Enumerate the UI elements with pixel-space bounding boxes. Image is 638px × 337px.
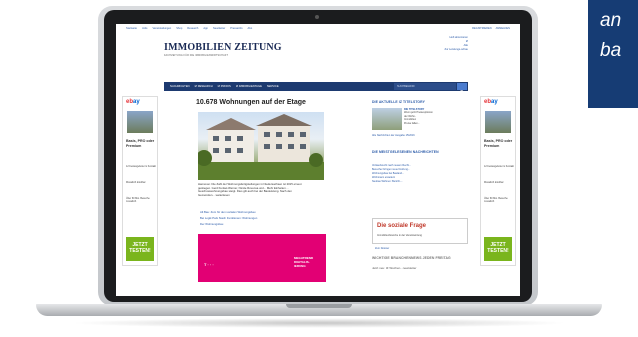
header-link[interactable]: Zur Leistungs-schau: [412, 48, 469, 52]
soziale-frage-teaser[interactable]: Die soziale Frage Immobilienbranche in d…: [372, 218, 468, 250]
promo-text-1: an: [600, 10, 622, 31]
article-headline[interactable]: 10.678 Wohnungen auf der Etage: [196, 99, 306, 106]
topnav-item[interactable]: Research: [187, 27, 198, 33]
topnav-item[interactable]: App: [203, 27, 208, 33]
titlestory-link[interactable]: Alle Nachrichten der Ausgabe 15/2016: [372, 134, 472, 138]
newsletter-heading: WICHTIGE BRANCHENNEWS JEDEN FREITAG: [372, 256, 451, 260]
nav-item[interactable]: IZ RESEARCH: [195, 85, 213, 88]
laptop-notch: [286, 304, 352, 308]
site-logo[interactable]: IMMOBILIEN ZEITUNG: [164, 42, 282, 53]
related-link[interactable]: Der Wohnungsbau: [200, 221, 320, 227]
nav-item[interactable]: NACHRICHTEN: [170, 85, 190, 88]
webcam: [315, 15, 319, 19]
soziale-heading: Die soziale Frage: [377, 223, 427, 229]
promo-box: an ba: [588, 0, 638, 108]
ad-cta-button[interactable]: JETZT TESTEN!: [484, 237, 512, 261]
ad-bullet: 12 Festangebote im Kontakt: [126, 165, 156, 168]
telekom-logo: T · · ·: [204, 262, 214, 267]
dossier-link[interactable]: Zum Dossier: [375, 247, 389, 250]
top-nav: Startseite Jobs Veranstaltungen Shop Res…: [126, 27, 510, 33]
ad-title: Basis, PRO oder Premium: [484, 139, 513, 148]
account-links: REGISTRIEREN ANMELDEN: [472, 27, 510, 30]
titlestory-heading: DIE AKTUELLE IZ TITELSTORY: [372, 100, 425, 104]
topnav-item[interactable]: Abo: [248, 27, 253, 33]
nav-item[interactable]: IZ IMMOBILIENTAGE: [236, 85, 262, 88]
telekom-banner-ad[interactable]: T · · · MEGATREND DIGITALIS- IERUNG: [198, 234, 326, 282]
most-read-list: Vorkaufsrecht nach neuem Recht... Besuch…: [372, 164, 472, 184]
ebay-logo: ebay: [126, 99, 140, 105]
laptop-shadow: [70, 318, 568, 328]
banner-text: MEGATREND DIGITALIS- IERUNG: [294, 256, 314, 268]
register-link[interactable]: REGISTRIEREN: [472, 27, 491, 30]
ad-bullet: Über 60 Mio. Besuche monatlich: [126, 197, 150, 204]
ad-bullet: Monatlich kündbar: [126, 181, 146, 184]
ad-image: [485, 111, 511, 133]
laptop-screen: Startseite Jobs Veranstaltungen Shop Res…: [116, 24, 520, 296]
most-read-heading: DIE MEISTGELESENEN NACHRICHTEN: [372, 150, 439, 154]
ebay-logo: ebay: [484, 99, 498, 105]
search-input[interactable]: SUCHBEGRIFF: [394, 83, 456, 90]
titlestory-text: DIE TITELSTORY Wenn jetzt Preisexplosion…: [404, 108, 433, 125]
topnav-item[interactable]: Shop: [176, 27, 182, 33]
ebay-ad-right[interactable]: ebay Basis, PRO oder Premium 12 Festange…: [480, 96, 516, 266]
login-link[interactable]: ANMELDEN: [496, 27, 510, 30]
promo-text-2: ba: [600, 40, 622, 61]
related-links: Alt Bau: Zum für den sozialen Wohnungsba…: [200, 209, 320, 227]
article-image[interactable]: [198, 112, 324, 180]
building-illustration: [198, 114, 324, 180]
titlestory-cover[interactable]: [372, 108, 402, 130]
ad-title: Basis, PRO oder Premium: [126, 139, 155, 148]
ad-bullet: 12 Festangebote im Kontakt: [484, 165, 514, 168]
soziale-sub: Immobilienbranche in der Verantwortung: [377, 234, 422, 237]
topnav-item[interactable]: Newsletter: [213, 27, 225, 33]
site-tagline: FACHZEITUNG FÜR DIE IMMOBILIENWIRTSCHAFT: [164, 54, 229, 57]
header-links: Heft abonnieren IZ Alle Zur Leistungs-sc…: [412, 36, 469, 52]
search-button[interactable]: [457, 83, 467, 95]
newsletter-text: Jetzt neu: IZ Wochen...newsletter: [372, 266, 417, 270]
topnav-item[interactable]: Jobs: [142, 27, 147, 33]
search-placeholder: SUCHBEGRIFF: [397, 84, 415, 88]
topnav-item[interactable]: Presseinfo: [230, 27, 242, 33]
nav-item[interactable]: IZ PROFIS: [218, 85, 231, 88]
teaser-line[interactable]: Gemeinden... weiterlesen: [198, 193, 324, 198]
ad-bullet: Über 60 Mio. Besuche monatlich: [484, 197, 508, 204]
ebay-ad-left[interactable]: ebay Basis, PRO oder Premium 12 Festange…: [122, 96, 158, 266]
nav-item[interactable]: SERVICE: [267, 85, 279, 88]
article-teaser: Hannover. Die Zahl der Wohnungsfertigste…: [198, 182, 324, 198]
search-icon: [459, 90, 465, 95]
ad-image: [127, 111, 153, 133]
topnav-item[interactable]: Startseite: [126, 27, 137, 33]
most-read-item[interactable]: Neubau Wohnen: Bericht-...: [372, 180, 472, 184]
topnav-item[interactable]: Veranstaltungen: [152, 27, 171, 33]
ad-bullet: Monatlich kündbar: [484, 181, 504, 184]
ad-cta-button[interactable]: JETZT TESTEN!: [126, 237, 154, 261]
